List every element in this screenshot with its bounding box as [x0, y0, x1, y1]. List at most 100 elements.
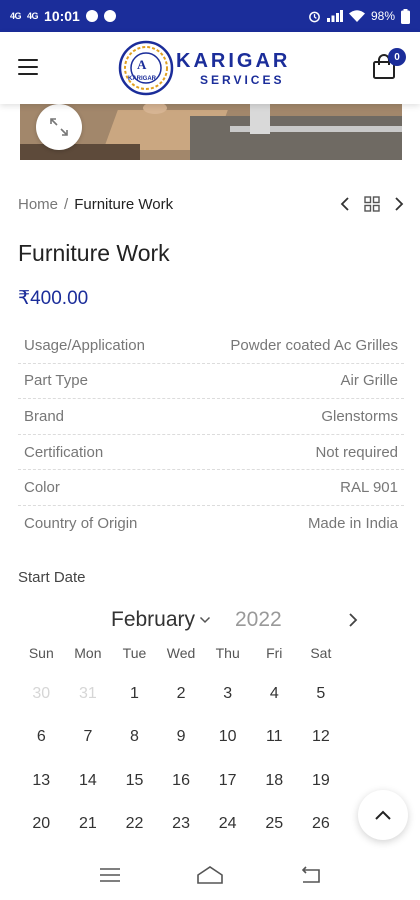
chevron-up-icon — [375, 810, 391, 820]
site-header: A KARIGAR KARIGAR SERVICES 0 — [0, 32, 420, 104]
site-logo[interactable]: A KARIGAR KARIGAR SERVICES — [118, 40, 313, 96]
weekday-label: Tue — [122, 645, 147, 661]
home-button[interactable] — [190, 860, 230, 890]
scroll-to-top-button[interactable] — [358, 790, 408, 840]
calendar-day-outside-month: 31 — [78, 684, 97, 702]
product-attributes-table: Usage/Application Powder coated Ac Grille… — [18, 328, 404, 542]
calendar-day[interactable]: 9 — [158, 716, 205, 760]
product-price: ₹400.00 — [18, 288, 89, 309]
calendar-day[interactable]: 17 — [204, 759, 251, 803]
calendar-day[interactable]: 6 — [18, 716, 65, 760]
weekday-label: Mon — [74, 645, 102, 661]
attribute-value: Made in India — [307, 515, 398, 533]
calendar-day[interactable]: 1 — [111, 672, 158, 716]
expand-icon — [50, 118, 68, 136]
recent-apps-icon — [100, 868, 120, 882]
calendar-day[interactable]: 19 — [298, 759, 345, 803]
signal-indicator-left: 4G — [10, 11, 22, 21]
breadcrumb-current: Furniture Work — [74, 196, 174, 213]
calendar-day[interactable]: 18 — [251, 759, 298, 803]
year-select[interactable]: 2022 — [235, 608, 282, 632]
breadcrumb-home-link[interactable]: Home — [18, 196, 58, 213]
attribute-label: Certification — [24, 443, 104, 461]
message-notification-icon — [103, 10, 116, 22]
product-navigation — [340, 196, 404, 212]
calendar-day[interactable]: 25 — [251, 803, 298, 847]
calendar-day[interactable]: 13 — [18, 759, 65, 803]
attribute-value: Not required — [315, 443, 398, 461]
attribute-value: Powder coated Ac Grilles — [230, 336, 398, 354]
start-date-label: Start Date — [18, 569, 86, 586]
status-time: 10:01 — [44, 8, 80, 24]
chevron-right-icon — [349, 613, 358, 627]
status-right: 98% — [308, 8, 410, 24]
calendar-day[interactable]: 7 — [65, 716, 112, 760]
previous-product-icon[interactable] — [340, 196, 350, 212]
product-title: Furniture Work — [18, 240, 170, 266]
weekday-label: Fri — [266, 645, 283, 661]
attribute-row: Certification Not required — [18, 435, 404, 471]
chevron-down-icon — [200, 616, 211, 624]
calendar-day-outside-month: 30 — [32, 684, 51, 702]
breadcrumb-separator: / — [64, 196, 69, 213]
grid-view-icon[interactable] — [364, 196, 380, 212]
attribute-label: Country of Origin — [24, 515, 138, 533]
cart-count-badge: 0 — [388, 48, 406, 66]
recent-apps-button[interactable] — [90, 860, 130, 890]
battery-level: 98% — [370, 9, 395, 23]
system-navigation-bar — [0, 850, 420, 900]
calendar-day[interactable]: 8 — [111, 716, 158, 760]
logo-secondary-text: SERVICES — [200, 73, 284, 87]
attribute-value: Glenstorms — [321, 407, 398, 425]
attribute-row: Usage/Application Powder coated Ac Grille… — [18, 328, 404, 364]
calendar-day[interactable]: 14 — [65, 759, 112, 803]
zoom-image-button[interactable] — [36, 104, 82, 150]
weekday-label: Wed — [166, 645, 196, 661]
calendar-day[interactable]: 11 — [251, 716, 298, 760]
logo-primary-text: KARIGAR — [176, 50, 290, 72]
calendar-day[interactable]: 20 — [18, 803, 65, 847]
calendar-day[interactable]: 24 — [204, 803, 251, 847]
attribute-label: Color — [24, 479, 60, 497]
alarm-icon — [309, 11, 320, 22]
home-icon — [197, 866, 223, 884]
weekday-label: Sat — [310, 645, 332, 661]
breadcrumb: Home / Furniture Work — [18, 196, 173, 213]
weekday-label: Thu — [215, 645, 240, 661]
month-select[interactable]: February — [111, 608, 211, 632]
chat-notification-icon — [85, 10, 98, 22]
attribute-row: Part Type Air Grille — [18, 364, 404, 400]
wifi-icon — [348, 10, 365, 22]
calendar-day[interactable]: 5 — [298, 672, 345, 716]
attribute-value: RAL 901 — [340, 479, 398, 497]
logo-badge-letter: A — [137, 57, 147, 72]
hamburger-menu-icon[interactable] — [18, 59, 38, 75]
calendar-day[interactable]: 22 — [111, 803, 158, 847]
cart-button[interactable]: 0 — [372, 48, 406, 82]
calendar-day[interactable]: 3 — [204, 672, 251, 716]
signal-bars-icon — [326, 10, 343, 22]
next-product-icon[interactable] — [394, 196, 404, 212]
attribute-label: Brand — [24, 407, 65, 425]
calendar-day[interactable]: 26 — [298, 803, 345, 847]
month-label: February — [111, 608, 196, 631]
weekday-label: Sun — [28, 645, 54, 661]
calendar-day[interactable]: 4 — [251, 672, 298, 716]
next-month-button[interactable] — [348, 612, 358, 633]
calendar-day[interactable]: 21 — [65, 803, 112, 847]
status-left: 4G 4G 10:01 — [10, 8, 116, 24]
calendar-day[interactable]: 2 — [158, 672, 205, 716]
logo-badge-text: KARIGAR — [128, 76, 157, 82]
calendar-day[interactable]: 23 — [158, 803, 205, 847]
calendar-days-grid: 30 31 1 2 3 4 5 6 7 8 9 10 11 12 13 14 15 16 17 18 19 20 21 22 2… — [18, 672, 344, 846]
calendar-day[interactable]: 12 — [298, 716, 345, 760]
calendar-day[interactable]: 15 — [111, 759, 158, 803]
calendar-day[interactable]: 10 — [204, 716, 251, 760]
battery-icon — [401, 8, 410, 24]
back-button[interactable] — [290, 860, 330, 890]
calendar-day[interactable]: 16 — [158, 759, 205, 803]
attribute-row: Country of Origin Made in India — [18, 506, 404, 542]
signal-indicator-right: 4G — [27, 11, 39, 21]
attribute-label: Part Type — [24, 372, 88, 390]
calendar-header: February 2022 — [0, 606, 420, 636]
